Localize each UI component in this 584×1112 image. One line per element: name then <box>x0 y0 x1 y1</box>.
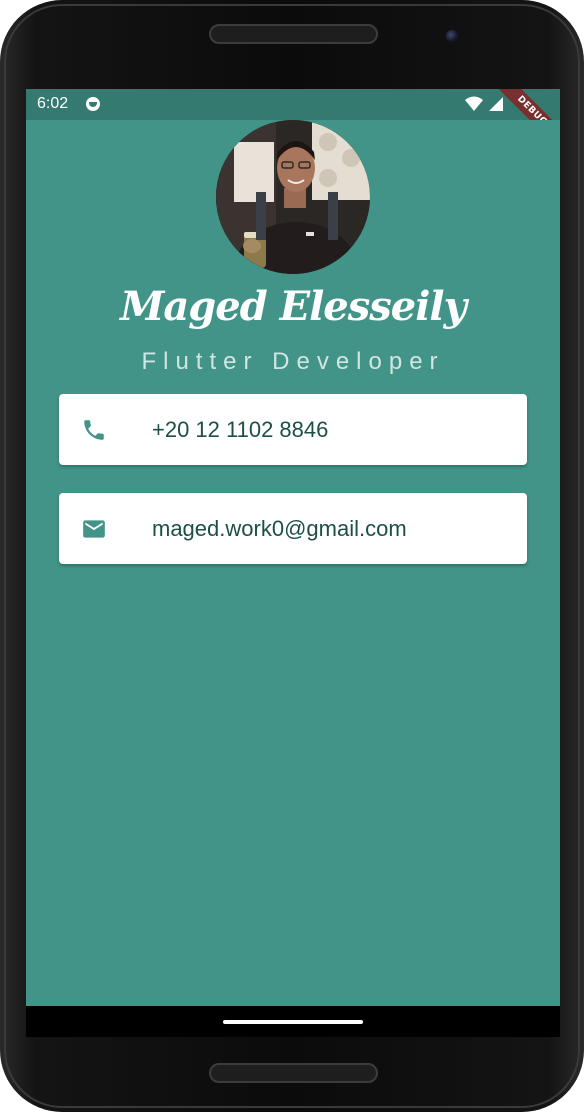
profile-title: Flutter Developer <box>141 348 445 375</box>
signal-icon <box>489 97 503 111</box>
email-address: maged.work0@gmail.com <box>152 516 407 541</box>
mail-icon <box>83 520 105 538</box>
status-bar: 6:02 DEBUG <box>26 89 560 157</box>
navigation-bar <box>26 1006 560 1037</box>
profile-photo <box>216 120 370 274</box>
android-app-icon <box>86 97 100 111</box>
profile-avatar <box>216 120 370 274</box>
phone-icon <box>84 420 104 440</box>
status-time: 6:02 <box>37 95 69 112</box>
profile-name: Maged Elesseily <box>120 283 467 330</box>
app-body: Maged Elesseily Flutter Developer +20 12… <box>26 120 560 1006</box>
screen: 6:02 DEBUG Maged Elesseily Flutter Devel… <box>26 89 560 1037</box>
top-speaker <box>209 24 378 44</box>
wifi-icon <box>465 96 483 111</box>
phone-number: +20 12 1102 8846 <box>152 417 329 442</box>
phone-frame: 6:02 DEBUG Maged Elesseily Flutter Devel… <box>0 0 584 1112</box>
front-camera <box>446 30 458 42</box>
home-gesture-bar[interactable] <box>223 1020 363 1024</box>
phone-card[interactable]: +20 12 1102 8846 <box>59 394 527 465</box>
bottom-speaker <box>209 1063 378 1083</box>
email-card[interactable]: maged.work0@gmail.com <box>59 493 527 564</box>
